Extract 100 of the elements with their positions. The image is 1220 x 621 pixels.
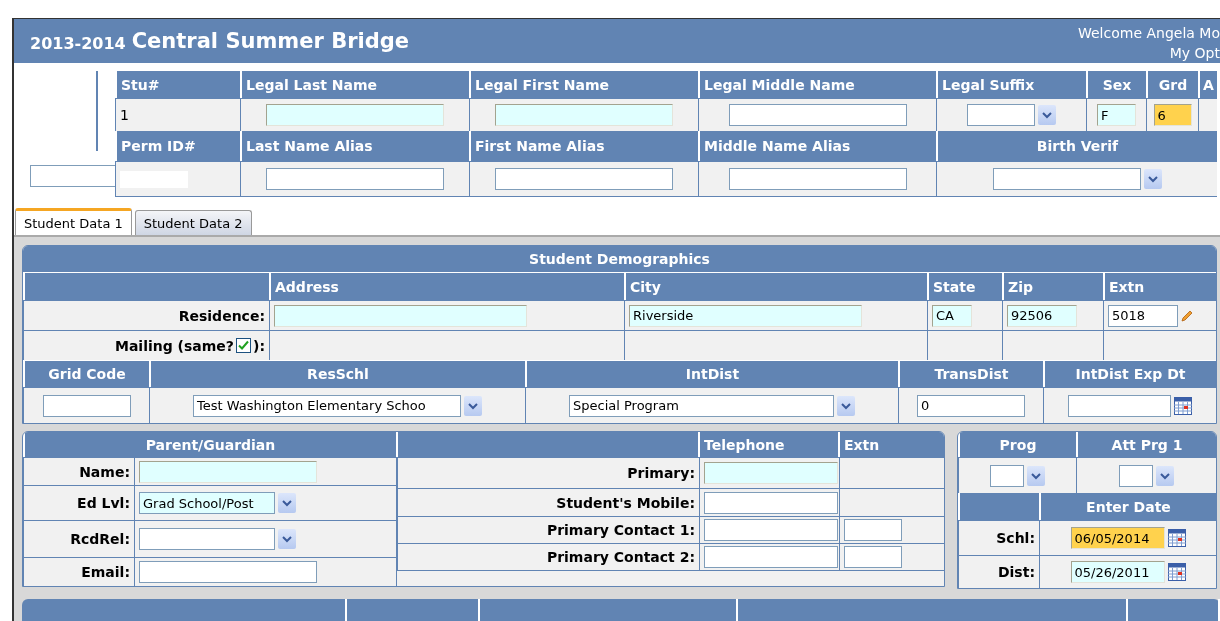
dropdown-button[interactable] [1156,465,1174,486]
pencil-icon[interactable] [1181,309,1193,322]
dropdown-button[interactable] [464,395,482,416]
text-field[interactable] [274,304,527,327]
field-label: ): [253,337,265,354]
date-field[interactable] [1068,394,1171,417]
chevron-icon[interactable] [1147,175,1158,183]
field-label: RcdRel: [70,531,130,547]
column-header: City [624,273,927,300]
text-field[interactable] [495,168,673,190]
text-field[interactable]: F [1097,104,1136,126]
text-field[interactable] [30,165,116,187]
checkbox[interactable] [236,338,251,353]
column-header: IntDist Exp Dt [1043,361,1216,387]
text-field[interactable]: 5018 [1108,304,1178,327]
text-field[interactable] [728,104,907,126]
text-field[interactable] [266,168,444,190]
calendar-icon[interactable] [1167,529,1186,547]
date-field[interactable]: 06/05/2014 [1070,527,1165,549]
calendar-icon[interactable] [1167,563,1186,581]
tab[interactable]: Student Data 2 [134,210,252,235]
column-header: State [927,273,1002,300]
text-field[interactable] [844,519,902,541]
dropdown-field[interactable]: Special Program [569,394,834,417]
column-header: Address [269,273,624,300]
column-header: Zip [1002,273,1103,300]
text-field[interactable] [704,519,838,541]
text-field[interactable]: 0 [917,394,1025,417]
app-title: Central Summer Bridge [131,29,409,53]
column-header: Last Name Alias [240,131,469,161]
section-title: Student Demographics [23,246,1216,273]
column-header: ResSchl [149,361,525,387]
dropdown-button[interactable] [278,493,296,513]
dropdown-field[interactable] [992,168,1141,190]
text-field[interactable] [844,546,902,568]
column-header: Grd [1146,71,1198,98]
dropdown-field[interactable] [1119,464,1153,487]
column-header: IntDist [525,361,898,387]
text-field[interactable]: 6 [1153,104,1192,126]
dropdown-field[interactable] [139,528,275,550]
column-header: Parent/Guardian [23,432,396,457]
column-header: Middle Name Alias [698,131,936,161]
dropdown-button[interactable] [1027,465,1045,486]
chevron-icon[interactable] [282,499,292,507]
chevron-icon[interactable] [1042,111,1052,119]
chevron-icon[interactable] [468,401,478,410]
text-field[interactable]: Riverside [629,304,862,327]
field-label: Schl: [996,530,1035,546]
column-header: Legal Last Name [240,71,469,98]
text-field[interactable] [495,104,673,126]
text-field[interactable] [139,460,317,483]
school-year: 2013-2014 [30,34,126,53]
dropdown-button[interactable] [1038,105,1056,125]
column-header: Extn [1103,273,1216,300]
column-header: Perm ID# [115,131,240,161]
field-label: Primary Contact 2: [546,549,695,565]
chevron-icon[interactable] [1160,471,1170,480]
tab[interactable]: Student Data 1 [15,208,132,235]
column-header: Grid Code [23,361,149,387]
column-header: Legal Suffix [936,71,1086,98]
column-header: Telephone [698,432,838,457]
column-header: First Name Alias [469,131,698,161]
field-label: Ed Lvl: [77,495,130,511]
text-field[interactable] [704,546,838,568]
column-header: TransDist [898,361,1043,387]
calendar-icon[interactable] [1174,396,1192,415]
field-label: Student's Mobile: [556,494,695,511]
dropdown-field[interactable]: Test Washington Elementary Schoo [193,394,461,417]
dropdown-button[interactable] [278,529,296,549]
field-label: Primary Contact 1: [546,522,695,538]
field-label: Dist: [997,564,1035,580]
chevron-icon[interactable] [841,401,851,410]
column-header: Att Prg 1 [1076,432,1216,457]
text-field[interactable] [42,394,131,417]
text-field[interactable] [704,491,838,514]
date-field[interactable]: 05/26/2011 [1070,561,1165,583]
column-header: Enter Date [1039,493,1216,520]
chevron-icon[interactable] [282,535,292,543]
field-label: Email: [81,564,130,580]
dropdown-field[interactable] [990,464,1024,487]
text-field[interactable] [139,561,317,583]
options-link[interactable]: My Opt [1169,43,1220,63]
text-field[interactable] [728,168,907,190]
column-header: Legal Middle Name [698,71,936,98]
column-header: Birth Verif [936,131,1217,161]
column-header: A [1198,71,1217,98]
text-field[interactable]: CA [932,304,972,327]
column-header: Stu# [115,71,240,98]
column-header: Sex [1086,71,1146,98]
dropdown-button[interactable] [837,395,855,416]
dropdown-field[interactable]: Grad School/Post [139,492,275,514]
chevron-icon[interactable] [1031,471,1041,480]
text-field[interactable]: 92506 [1007,304,1077,327]
dropdown-button[interactable] [1143,169,1162,189]
field-label: Primary: [627,465,695,481]
field-label: Residence: [178,307,265,324]
dropdown-field[interactable] [967,104,1035,126]
field-value: 1 [120,107,129,123]
column-header: Legal First Name [469,71,698,98]
text-field[interactable] [266,104,444,126]
